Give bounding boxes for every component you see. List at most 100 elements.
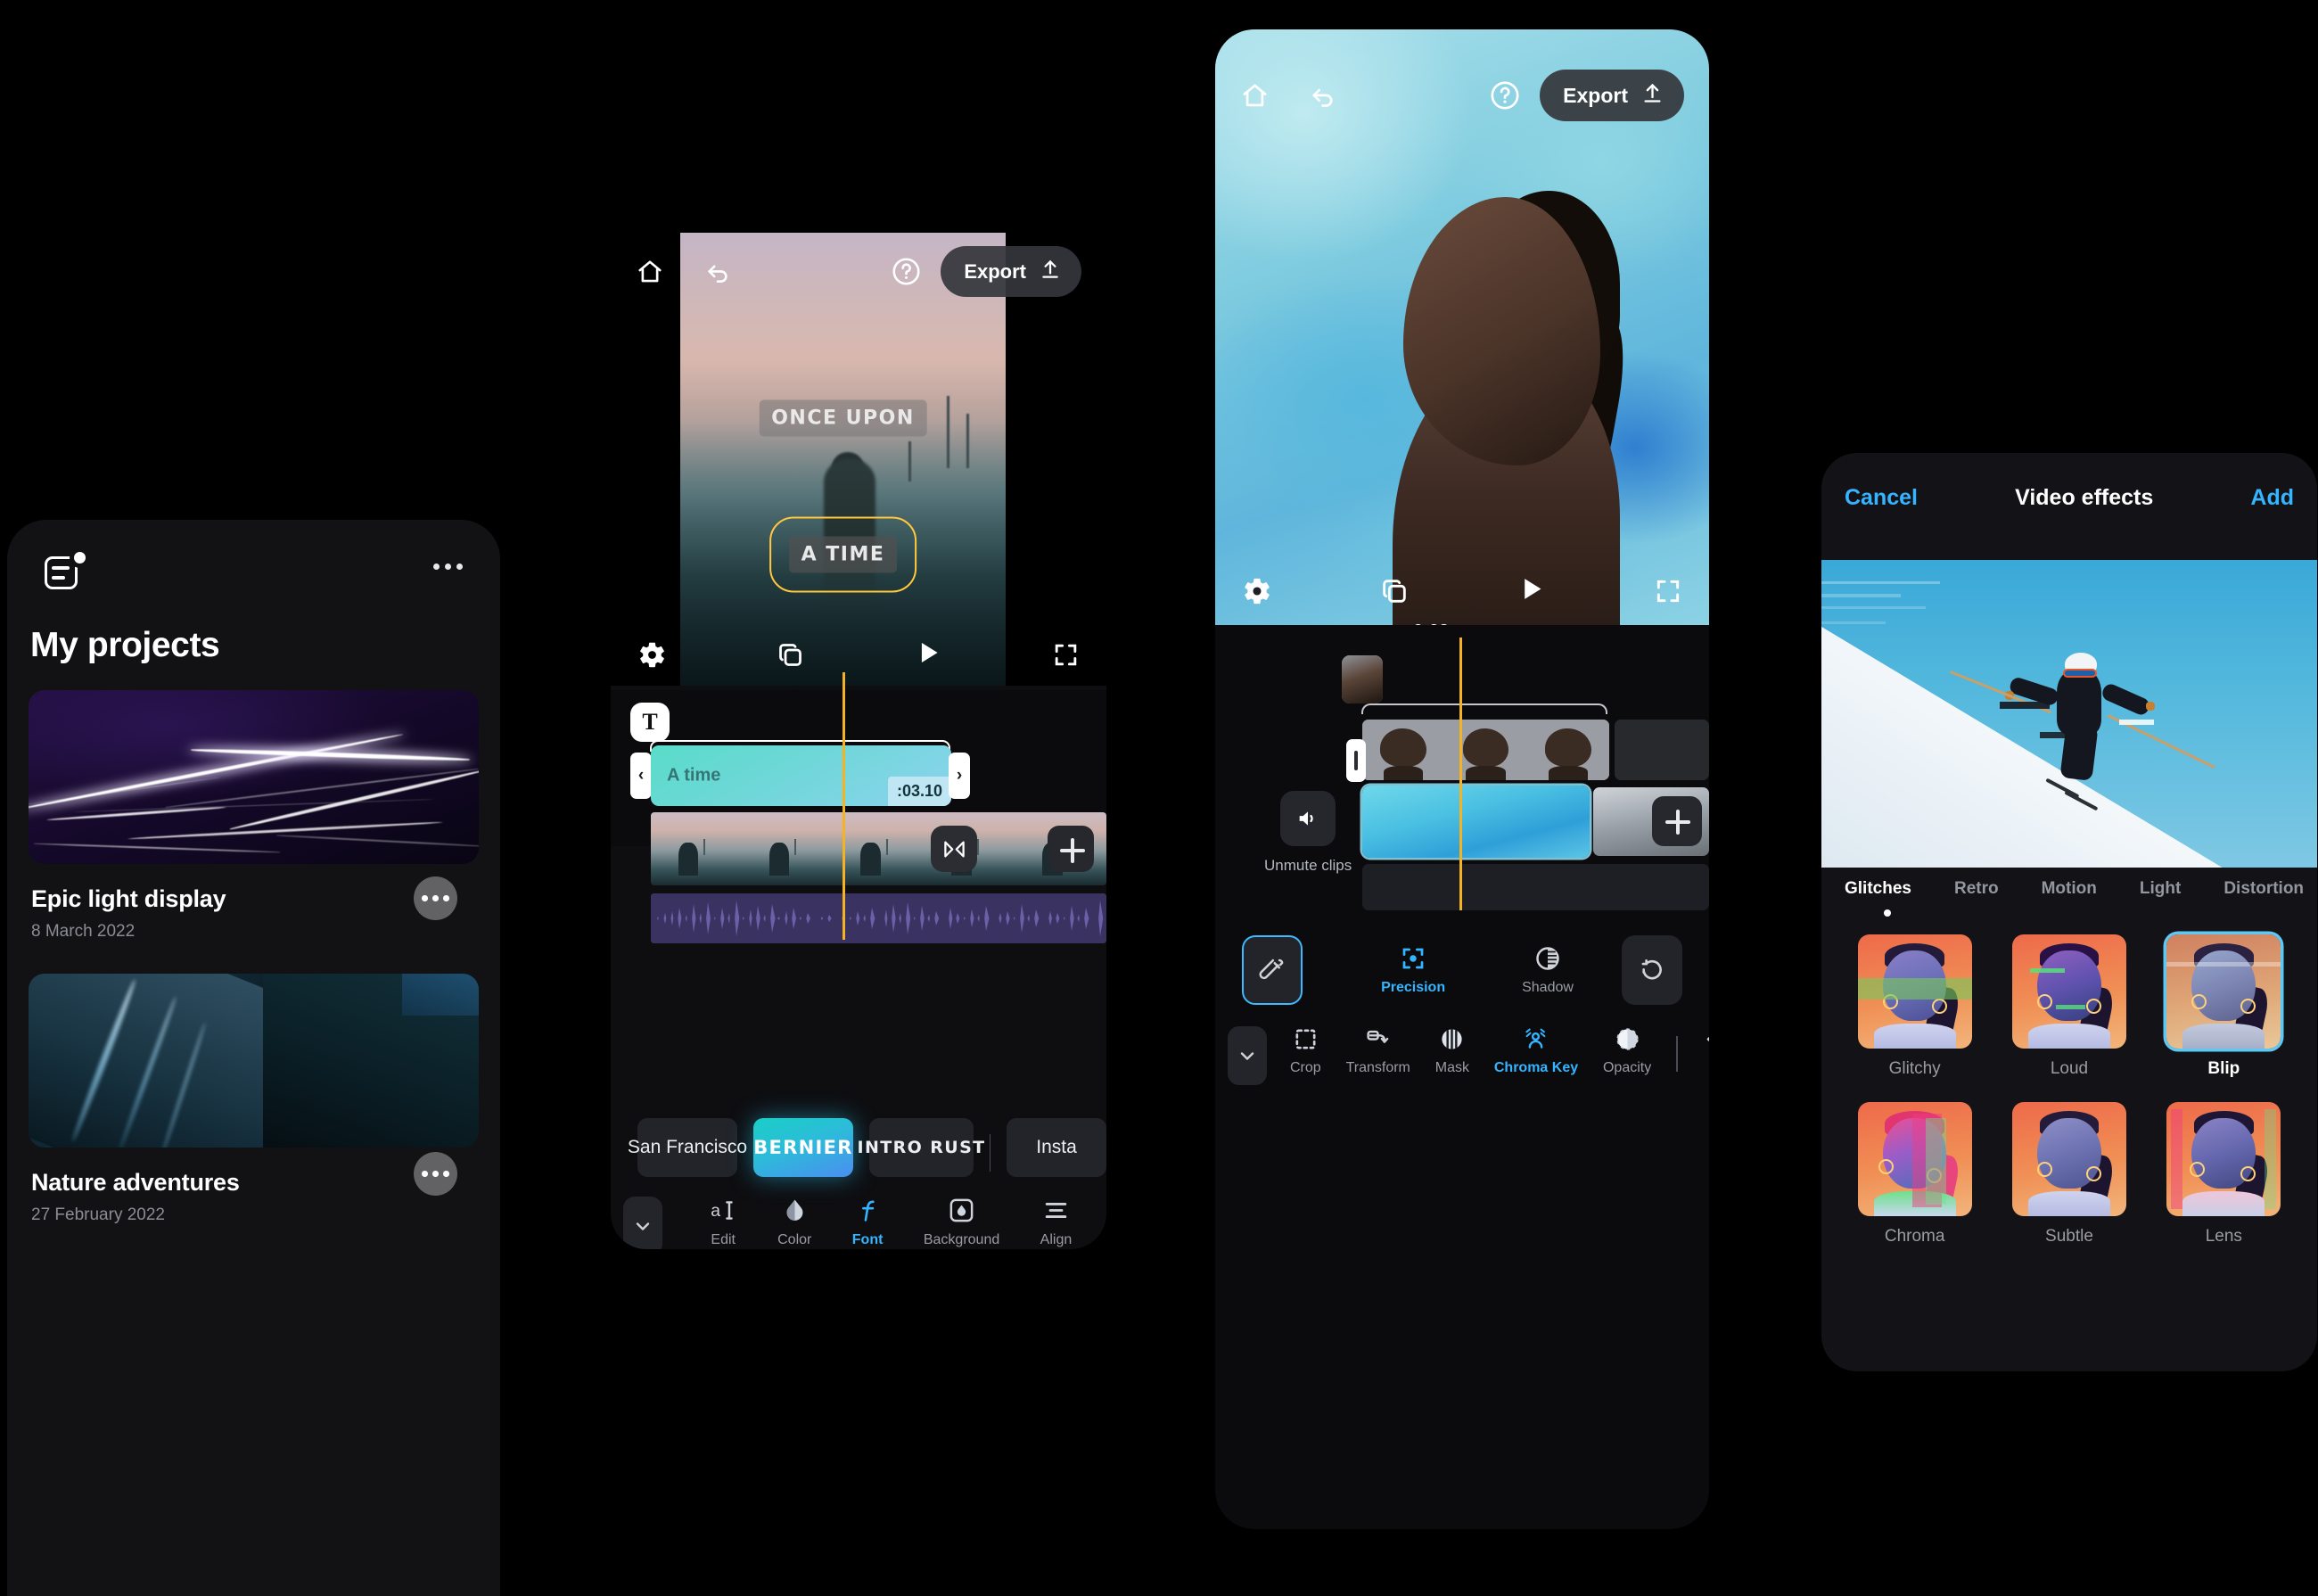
list-item[interactable]: Nature adventures 27 February 2022 bbox=[7, 942, 500, 1225]
video-preview[interactable]: ONCE UPON A TIME Export bbox=[611, 218, 1106, 686]
caption-once-upon[interactable]: ONCE UPON bbox=[759, 399, 927, 437]
projects-panel: My projects Epic light display 8 March 2… bbox=[7, 520, 500, 1596]
more-options-icon[interactable] bbox=[414, 876, 457, 920]
tab-retro[interactable]: Retro bbox=[1954, 879, 1999, 899]
clip-handle-right[interactable]: › bbox=[949, 753, 970, 799]
timeline[interactable]: T ‹ A time :03.10 › bbox=[611, 672, 1106, 943]
document-notification-icon[interactable] bbox=[45, 551, 86, 592]
effect-thumbnail[interactable] bbox=[2166, 934, 2281, 1049]
tool-align[interactable]: Align bbox=[1040, 1197, 1072, 1248]
effects-title: Video effects bbox=[2015, 484, 2154, 510]
export-button[interactable]: Export bbox=[941, 246, 1081, 297]
preview-controls bbox=[611, 623, 1106, 686]
subtool-shadow[interactable]: Shadow bbox=[1522, 945, 1574, 996]
effect-loud[interactable]: Loud bbox=[2011, 934, 2126, 1079]
tool-mask[interactable]: Mask bbox=[1435, 1026, 1469, 1076]
waterfall-thumbnail[interactable] bbox=[29, 974, 479, 1148]
collapse-toolbar-button[interactable] bbox=[1228, 1026, 1267, 1085]
undo-icon[interactable] bbox=[1308, 82, 1337, 110]
list-item[interactable]: Epic light display 8 March 2022 bbox=[7, 665, 500, 942]
selected-overlay-clip[interactable] bbox=[1362, 786, 1590, 858]
font-picker[interactable]: San Francisco BERNIER INTRO RUST Insta bbox=[611, 1118, 1106, 1188]
effect-thumbnail[interactable] bbox=[1857, 934, 1972, 1049]
effect-glitchy[interactable]: Glitchy bbox=[1857, 934, 1972, 1079]
layer-thumbnail[interactable] bbox=[1342, 655, 1383, 703]
eyedropper-button[interactable] bbox=[1242, 935, 1303, 1005]
effect-lens[interactable]: Lens bbox=[2166, 1102, 2281, 1246]
skier-preview[interactable] bbox=[1821, 560, 2317, 868]
effect-thumbnail[interactable] bbox=[2011, 1102, 2126, 1216]
gear-icon[interactable] bbox=[637, 640, 667, 670]
tab-glitches[interactable]: Glitches bbox=[1845, 879, 1911, 899]
tab-motion[interactable]: Motion bbox=[2042, 879, 2097, 899]
play-icon[interactable] bbox=[913, 638, 943, 672]
effect-chroma[interactable]: Chroma bbox=[1857, 1102, 1972, 1246]
home-icon[interactable] bbox=[636, 259, 664, 285]
text-layer-badge[interactable]: T bbox=[630, 703, 670, 742]
timeline[interactable]: Unmute clips bbox=[1215, 625, 1709, 910]
effect-label: Loud bbox=[2050, 1059, 2089, 1078]
transition-icon[interactable] bbox=[931, 826, 977, 872]
video-track-next[interactable] bbox=[1615, 720, 1709, 780]
plus-icon bbox=[1665, 810, 1690, 835]
font-option-bernier[interactable]: BERNIER bbox=[753, 1118, 854, 1177]
clip-handle-left[interactable] bbox=[1346, 739, 1366, 782]
fullscreen-icon[interactable] bbox=[1654, 577, 1682, 605]
playhead[interactable] bbox=[843, 672, 846, 940]
chroma-key-panel: Export Unmute clips Precision Shadow Cro… bbox=[1215, 29, 1709, 1529]
effect-blip[interactable]: Blip bbox=[2166, 934, 2281, 1079]
video-preview[interactable]: Export bbox=[1215, 29, 1709, 627]
duplicate-icon[interactable] bbox=[776, 640, 805, 670]
tool-background[interactable]: Background bbox=[924, 1197, 999, 1248]
caption-a-time-selected[interactable]: A TIME bbox=[769, 516, 917, 593]
text-clip[interactable]: A time :03.10 bbox=[651, 745, 951, 806]
collapse-toolbar-button[interactable] bbox=[623, 1197, 662, 1249]
subtool-precision[interactable]: Precision bbox=[1381, 945, 1445, 996]
tool-crop[interactable]: Crop bbox=[1290, 1026, 1321, 1076]
effect-subtle[interactable]: Subtle bbox=[2011, 1102, 2126, 1246]
tool-edit[interactable]: a Edit bbox=[710, 1197, 737, 1248]
effect-thumbnail[interactable] bbox=[2011, 934, 2126, 1049]
more-horizontal-icon[interactable] bbox=[433, 551, 463, 570]
more-options-icon[interactable] bbox=[414, 1152, 457, 1196]
revert-button[interactable] bbox=[1622, 935, 1682, 1005]
tool-label: Transform bbox=[1345, 1060, 1410, 1075]
help-circle-icon[interactable] bbox=[892, 257, 921, 286]
home-icon[interactable] bbox=[1240, 82, 1269, 109]
video-track-clip[interactable] bbox=[1362, 720, 1609, 780]
fullscreen-icon[interactable] bbox=[1052, 641, 1080, 669]
audio-track[interactable] bbox=[1362, 864, 1709, 910]
audio-track[interactable] bbox=[651, 893, 1106, 943]
add-clip-button[interactable] bbox=[1048, 826, 1094, 872]
add-clip-button[interactable] bbox=[1652, 796, 1702, 846]
clip-handle-left[interactable]: ‹ bbox=[630, 753, 652, 799]
duplicate-icon[interactable] bbox=[1379, 576, 1410, 606]
video-track[interactable] bbox=[651, 812, 1106, 885]
effect-thumbnail[interactable] bbox=[2166, 1102, 2281, 1216]
effects-tabs[interactable]: Glitches Retro Motion Light Distortion bbox=[1821, 879, 2317, 899]
tool-speed[interactable]: C bbox=[1703, 1026, 1709, 1076]
tab-light[interactable]: Light bbox=[2140, 879, 2181, 899]
cancel-button[interactable]: Cancel bbox=[1845, 485, 1918, 511]
light-trails-thumbnail[interactable] bbox=[29, 690, 479, 864]
tool-chroma-key[interactable]: Chroma Key bbox=[1494, 1026, 1578, 1076]
tool-opacity[interactable]: Opacity bbox=[1603, 1026, 1651, 1076]
tool-font[interactable]: Font bbox=[852, 1197, 883, 1248]
export-button[interactable]: Export bbox=[1540, 70, 1684, 121]
play-icon[interactable] bbox=[1516, 573, 1547, 609]
font-option-san-francisco[interactable]: San Francisco bbox=[628, 1118, 747, 1177]
help-circle-icon[interactable] bbox=[1490, 80, 1520, 111]
tab-distortion[interactable]: Distortion bbox=[2223, 879, 2304, 899]
add-button[interactable]: Add bbox=[2250, 485, 2294, 511]
tool-transform[interactable]: Transform bbox=[1346, 1026, 1410, 1076]
undo-icon[interactable] bbox=[703, 259, 732, 285]
tool-color[interactable]: Color bbox=[777, 1197, 811, 1248]
gear-icon[interactable] bbox=[1242, 576, 1272, 606]
subtool-label: Precision bbox=[1381, 979, 1446, 995]
unmute-clips-button[interactable]: Unmute clips bbox=[1264, 791, 1352, 875]
playhead[interactable] bbox=[1459, 638, 1463, 910]
effect-thumbnail[interactable] bbox=[1857, 1102, 1972, 1216]
export-label: Export bbox=[1563, 83, 1628, 107]
font-option-insta[interactable]: Insta bbox=[1007, 1118, 1106, 1177]
font-option-intro-rust[interactable]: INTRO RUST bbox=[857, 1118, 984, 1177]
